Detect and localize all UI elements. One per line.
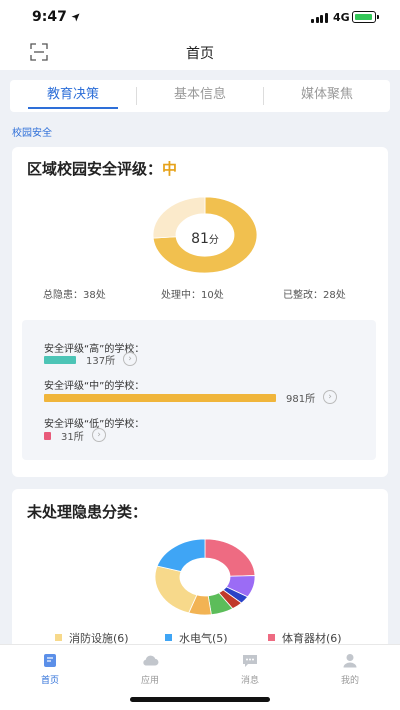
rating-mid-label: 安全评级“中”的学校：: [44, 381, 145, 392]
section-label: 校园安全: [12, 128, 52, 139]
hazard-category-donut-chart: [154, 538, 256, 616]
tabbar-profile-label: 我的: [340, 676, 359, 686]
user-icon: [343, 654, 357, 668]
tabbar-home[interactable]: 首页: [20, 653, 80, 686]
nav-bar: 首页: [0, 34, 400, 70]
tab-bar: 教育决策 基本信息 媒体聚焦: [10, 80, 390, 112]
school-rating-panel: 安全评级“高”的学校： 137所 › 安全评级“中”的学校： 981所 › 安全…: [22, 320, 376, 460]
score-center-label: 81分: [150, 228, 260, 247]
tabbar-apps-label: 应用: [140, 676, 159, 686]
safety-title-text: 区域校园安全评级：: [27, 160, 163, 178]
safety-card: 区域校园安全评级：中 81分 总隐患：38处 处理中：10处 已整改：28处 安…: [12, 147, 388, 477]
rating-low-bar: [44, 432, 51, 440]
stat-total-hazards: 总隐患：38处: [43, 290, 106, 301]
tabbar-apps[interactable]: 应用: [120, 653, 180, 686]
rating-high-value: 137所: [86, 356, 116, 367]
signal-icon: [311, 13, 329, 23]
location-arrow-icon: [71, 13, 80, 22]
safety-level: 中: [162, 160, 178, 178]
rating-mid-bar: [44, 394, 276, 402]
tabbar-home-label: 首页: [40, 676, 59, 686]
tab-basic-info[interactable]: 基本信息: [137, 80, 263, 112]
hazard-donut-slice-6: [154, 565, 198, 614]
hazard-donut-slice-7: [156, 538, 206, 572]
legend-swatch: [268, 634, 275, 641]
rating-low-label: 安全评级“低”的学校：: [44, 419, 145, 430]
cloud-icon: [143, 655, 159, 666]
hazard-donut-slice-0: [204, 538, 256, 577]
rating-mid-value: 981所: [286, 394, 316, 405]
network-type: 4G: [333, 11, 350, 24]
score-value: 81: [191, 231, 209, 247]
tab-education-decision[interactable]: 教育决策: [10, 80, 136, 112]
rating-high-bar: [44, 356, 76, 364]
legend-swatch: [55, 634, 62, 641]
stat-fixed: 已整改：28处: [283, 290, 346, 301]
home-doc-icon: [44, 654, 56, 667]
battery-icon: [352, 11, 379, 23]
stat-processing: 处理中：10处: [161, 290, 224, 301]
safety-card-title: 区域校园安全评级：中: [27, 158, 177, 179]
tabbar-messages-label: 消息: [240, 676, 259, 686]
home-indicator: [130, 697, 270, 702]
tab-media-focus[interactable]: 媒体聚焦: [264, 80, 390, 112]
message-icon: [243, 655, 257, 667]
score-unit: 分: [208, 235, 219, 246]
tabbar-profile[interactable]: 我的: [320, 653, 380, 686]
rating-high-detail-icon[interactable]: ›: [123, 352, 137, 366]
page-title: 首页: [186, 46, 214, 62]
rating-low-value: 31所: [61, 432, 84, 443]
rating-low-detail-icon[interactable]: ›: [92, 428, 106, 442]
legend-swatch: [165, 634, 172, 641]
tabbar-messages[interactable]: 消息: [220, 653, 280, 686]
hazard-card: 未处理隐患分类：: [12, 489, 388, 649]
hazard-card-title: 未处理隐患分类：: [27, 503, 148, 521]
rating-mid-detail-icon[interactable]: ›: [323, 390, 337, 404]
status-bar: 9:47 4G: [0, 0, 400, 34]
status-time: 9:47: [32, 9, 67, 25]
